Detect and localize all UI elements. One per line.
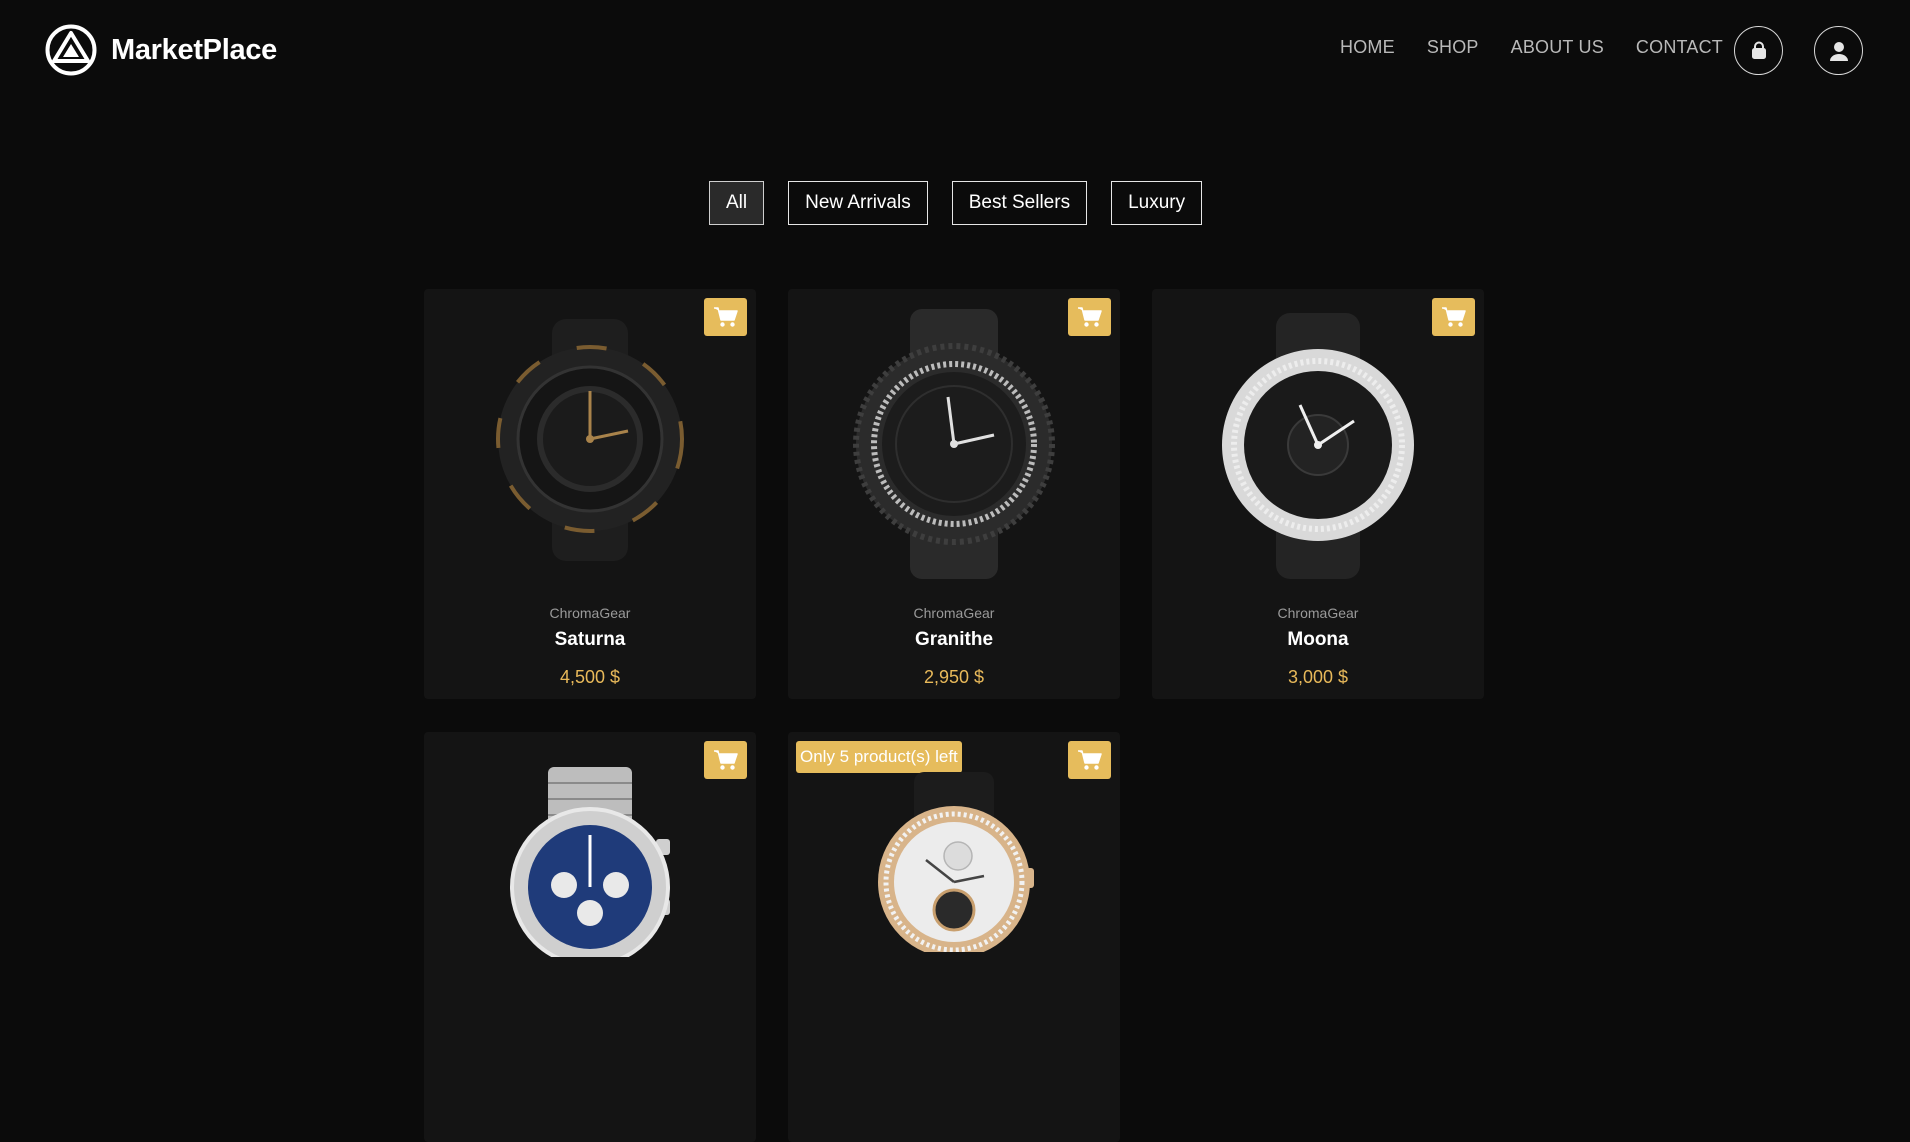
filter-best-sellers[interactable]: Best Sellers bbox=[951, 181, 1088, 225]
nav-contact[interactable]: CONTACT bbox=[1636, 37, 1723, 58]
watch-image bbox=[1222, 313, 1414, 579]
cart-icon bbox=[1077, 750, 1102, 770]
logo-text: MarketPlace bbox=[111, 33, 277, 66]
product-price: 2,950 $ bbox=[923, 667, 985, 687]
nav-home[interactable]: HOME bbox=[1340, 37, 1395, 58]
watch-image bbox=[510, 767, 670, 957]
filter-luxury[interactable]: Luxury bbox=[1111, 181, 1203, 225]
cart-bag-button[interactable] bbox=[1734, 26, 1783, 75]
watch-image bbox=[853, 309, 1055, 579]
product-grid: ChromaGear Saturna 4,500 $ ChromaGear Gr… bbox=[424, 289, 1484, 1142]
site-header: MarketPlace HOME SHOP ABOUT US CONTACT bbox=[0, 0, 1910, 100]
add-to-cart-button[interactable] bbox=[1068, 298, 1111, 336]
watch-image bbox=[496, 319, 684, 561]
cart-icon bbox=[713, 750, 738, 770]
nav-about-us[interactable]: ABOUT US bbox=[1511, 37, 1604, 58]
filter-all[interactable]: All bbox=[709, 181, 765, 225]
filter-new-arrivals[interactable]: New Arrivals bbox=[788, 181, 928, 225]
cart-icon bbox=[713, 307, 738, 327]
stock-badge: Only 5 product(s) left bbox=[796, 741, 962, 773]
product-brand: ChromaGear bbox=[913, 605, 995, 621]
product-name: Moona bbox=[1287, 629, 1349, 650]
cart-icon bbox=[1441, 307, 1466, 327]
product-price: 3,000 $ bbox=[1287, 667, 1349, 687]
add-to-cart-button[interactable] bbox=[1068, 741, 1111, 779]
nav-shop[interactable]: SHOP bbox=[1427, 37, 1479, 58]
product-card[interactable] bbox=[424, 732, 756, 1142]
user-icon bbox=[1829, 41, 1848, 61]
product-card[interactable]: ChromaGear Moona 3,000 $ bbox=[1152, 289, 1484, 699]
main-nav: HOME SHOP ABOUT US CONTACT bbox=[1340, 37, 1723, 58]
cart-icon bbox=[1077, 307, 1102, 327]
logo-triangle-icon bbox=[45, 24, 97, 76]
add-to-cart-button[interactable] bbox=[704, 741, 747, 779]
filter-bar: All New Arrivals Best Sellers Luxury bbox=[709, 181, 1203, 225]
add-to-cart-button[interactable] bbox=[1432, 298, 1475, 336]
user-account-button[interactable] bbox=[1814, 26, 1863, 75]
product-price: 4,500 $ bbox=[559, 667, 621, 687]
logo[interactable]: MarketPlace bbox=[45, 24, 277, 76]
shopping-bag-icon bbox=[1751, 41, 1766, 59]
add-to-cart-button[interactable] bbox=[704, 298, 747, 336]
product-card[interactable]: ChromaGear Saturna 4,500 $ bbox=[424, 289, 756, 699]
product-name: Granithe bbox=[914, 629, 994, 650]
product-card[interactable]: Only 5 product(s) left bbox=[788, 732, 1120, 1142]
product-name: Saturna bbox=[554, 629, 626, 650]
watch-image bbox=[878, 772, 1034, 952]
product-card[interactable]: ChromaGear Granithe 2,950 $ bbox=[788, 289, 1120, 699]
product-brand: ChromaGear bbox=[549, 605, 631, 621]
product-brand: ChromaGear bbox=[1277, 605, 1359, 621]
